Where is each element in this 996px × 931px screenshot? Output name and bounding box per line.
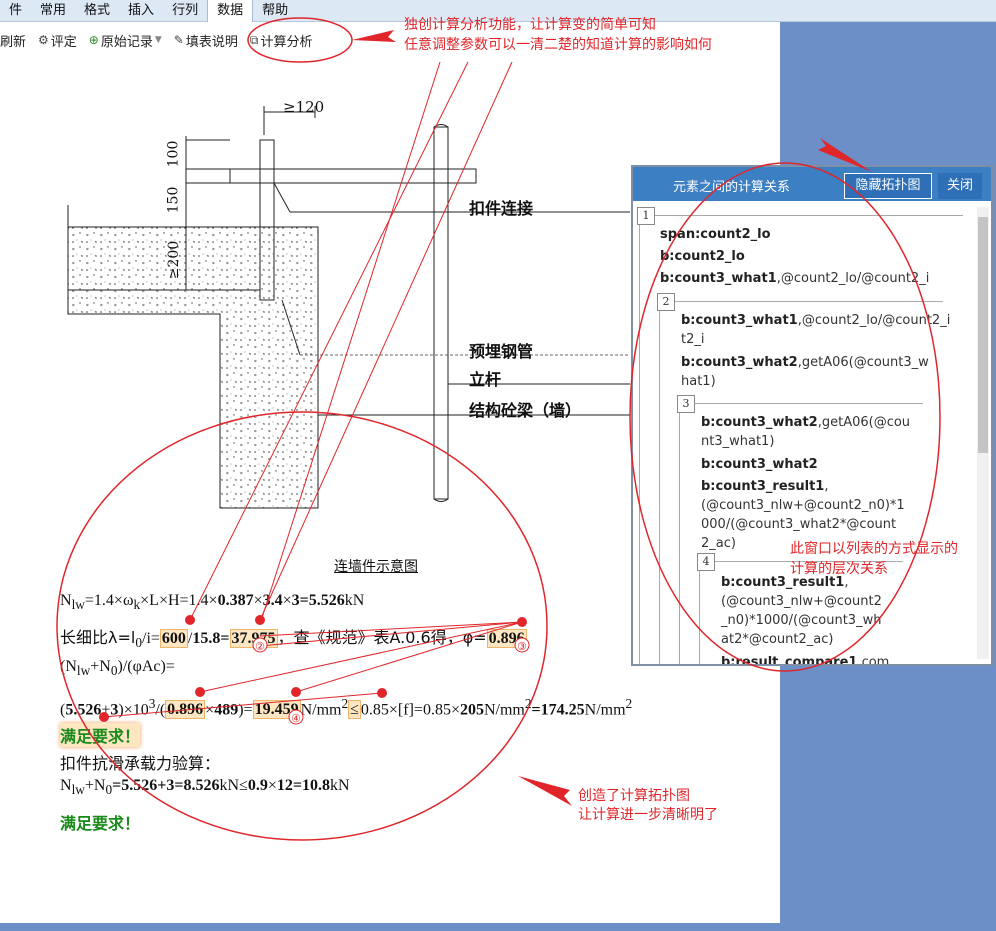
bottom-border	[0, 923, 996, 931]
annotation-bottom-2: 让计算进一步清晰明了	[578, 807, 718, 823]
marker-3-label: ③	[517, 640, 527, 653]
marker-dot	[377, 688, 387, 698]
arrow-hide-button	[818, 138, 872, 172]
marker-dot	[195, 687, 205, 697]
app-window: 件 常用 格式 插入 行列 数据 帮助 刷新 ⚙ 评定 ⊕ 原始记录 ▼ ✎ 填表说明 …	[0, 0, 996, 931]
marker-dot	[517, 617, 527, 627]
annotation-panel-2: 计算的层次关系	[790, 561, 888, 577]
arrow-bottom	[518, 776, 572, 806]
marker-dot	[255, 615, 265, 625]
annotation-bottom-1: 创造了计算拓扑图	[578, 788, 690, 804]
marker-2-label: ②	[255, 640, 265, 653]
annotation-panel-1: 此窗口以列表的方式显示的	[790, 541, 958, 557]
annotation-top-2: 任意调整参数可以一清二楚的知道计算的影响如何	[404, 37, 712, 53]
marker-dot	[99, 712, 109, 722]
annotation-overlay	[56, 17, 941, 841]
toolbar-highlight-ellipse	[247, 17, 353, 63]
arrow-toolbar	[352, 30, 396, 42]
marker-dot	[291, 687, 301, 697]
marker-dot	[185, 615, 195, 625]
marker-4-label: ④	[291, 712, 301, 725]
panel-highlight-ellipse	[629, 162, 941, 672]
annotation-top-1: 独创计算分析功能，让计算变的简单可知	[404, 17, 656, 33]
